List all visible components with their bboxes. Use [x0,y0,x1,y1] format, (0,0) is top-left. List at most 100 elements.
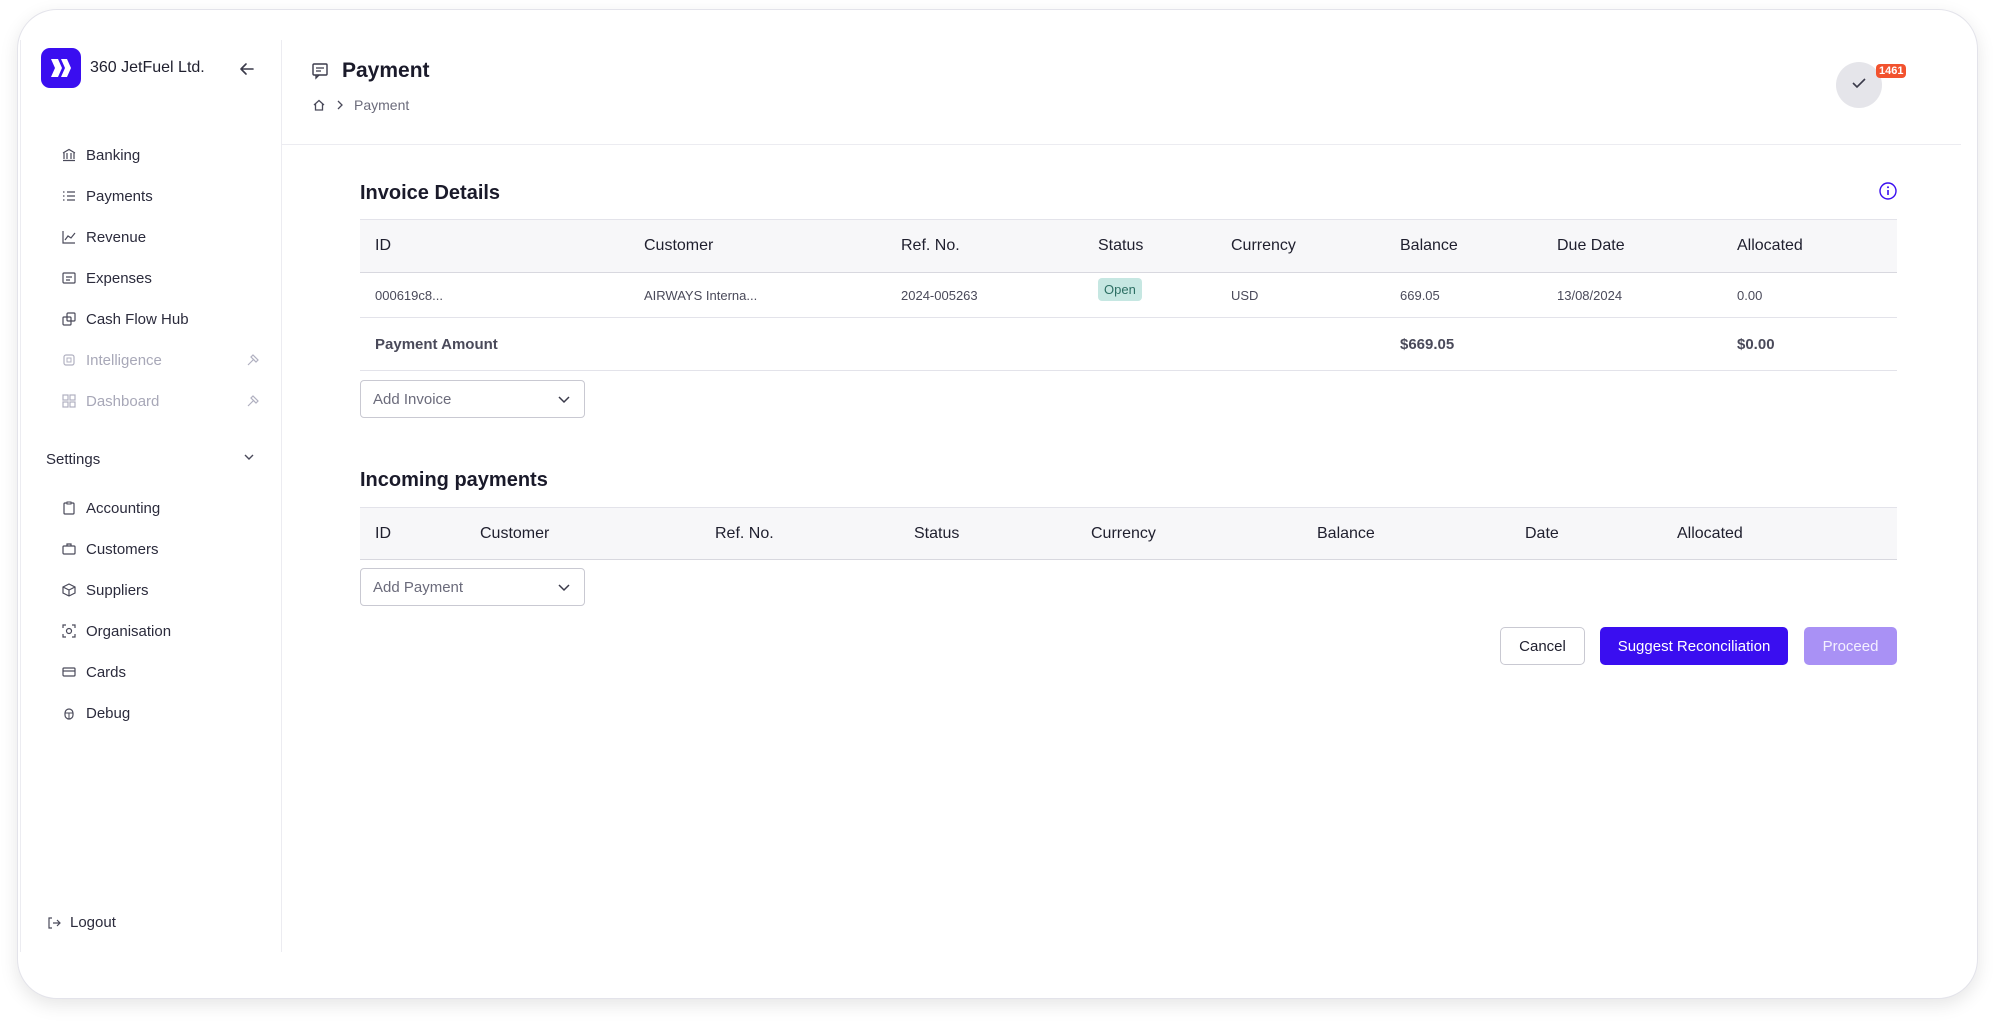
company-name: 360 JetFuel Ltd. [90,59,205,76]
payment-amount-row: Payment Amount $669.05 $0.00 [360,318,1897,371]
receipt-icon [61,270,77,286]
sidebar-item-suppliers[interactable]: Suppliers [61,578,261,602]
payment-amount-label: Payment Amount [375,336,498,353]
breadcrumb-current: Payment [354,97,410,113]
invoice-allocated: 0.00 [1737,288,1763,303]
hammer-icon [245,393,261,409]
sidebar-item-organisation[interactable]: Organisation [61,619,261,643]
suggest-reconciliation-button[interactable]: Suggest Reconciliation [1600,627,1788,665]
brain-icon [61,352,77,368]
table-header: ID Customer Ref. No. Status Currency Bal… [360,507,1897,560]
home-icon[interactable] [312,98,326,112]
chart-line-icon [61,229,77,245]
table-row[interactable]: 000619c8... AIRWAYS Interna... 2024-0052… [360,273,1897,318]
list-icon [61,188,77,204]
sidebar-item-label: Cash Flow Hub [86,310,189,328]
sidebar-item-label: Customers [86,540,159,558]
invoice-details-title: Invoice Details [360,182,501,204]
company-logo-icon [41,48,81,88]
stack-icon [61,311,77,327]
column-header: Customer [480,525,550,542]
message-square-icon [310,61,330,81]
sidebar-item-label: Intelligence [86,351,162,369]
invoice-id: 000619c8... [375,288,443,303]
sidebar-item-label: Suppliers [86,581,149,599]
column-header: Ref. No. [715,525,774,542]
sidebar-item-label: Accounting [86,499,161,517]
sidebar-item-label: Expenses [86,269,152,287]
briefcase-icon [61,541,77,557]
invoice-ref: 2024-005263 [901,288,978,303]
sidebar-item-intelligence[interactable]: Intelligence [61,348,261,372]
column-header: Date [1525,525,1559,542]
chevron-down-icon [242,450,256,468]
invoice-balance: 669.05 [1400,288,1440,303]
sidebar-item-label: Debug [86,704,131,722]
grid-icon [61,393,77,409]
sidebar-item-dashboard[interactable]: Dashboard [61,389,261,413]
logout-button[interactable]: Logout [46,914,116,931]
column-header: Currency [1231,237,1296,254]
column-header: Currency [1091,525,1156,542]
column-header: Customer [644,237,714,254]
sidebar-item-customers[interactable]: Customers [61,537,261,561]
chevron-down-icon [556,579,572,595]
sidebar-item-banking[interactable]: Banking [61,143,261,167]
sidebar-item-label: Banking [86,146,141,164]
status-badge: Open [1098,278,1142,301]
cancel-button[interactable]: Cancel [1500,627,1585,665]
clipboard-icon [61,500,77,516]
check-icon [1849,73,1869,98]
invoice-due-date: 13/08/2024 [1557,288,1623,303]
sidebar-item-label: Cards [86,663,127,681]
column-header: Balance [1317,525,1375,542]
info-icon[interactable] [1878,181,1898,201]
column-header: Ref. No. [901,237,960,254]
invoice-currency: USD [1231,288,1259,303]
column-header: Status [914,525,960,542]
column-header: ID [375,525,391,542]
sidebar-item-label: Revenue [86,228,147,246]
page-title-group: Payment [310,59,430,83]
sidebar-item-expenses[interactable]: Expenses [61,266,261,290]
page-header: Payment Payment 1461 [282,40,1961,145]
logout-label: Logout [70,914,116,931]
sidebar: 360 JetFuel Ltd. Banking Payments Revenu… [20,40,282,952]
column-header: ID [375,237,391,254]
proceed-button[interactable]: Proceed [1804,627,1897,665]
brand[interactable]: 360 JetFuel Ltd. [41,48,205,88]
settings-toggle[interactable]: Settings [46,450,256,468]
sidebar-item-revenue[interactable]: Revenue [61,225,261,249]
column-header: Balance [1400,237,1458,254]
sidebar-item-cards[interactable]: Cards [61,660,261,684]
breadcrumb: Payment [312,97,409,113]
sidebar-item-debug[interactable]: Debug [61,701,261,725]
card-icon [61,664,77,680]
chevron-right-icon [334,99,346,111]
organisation-icon [61,623,77,639]
add-payment-select[interactable]: Add Payment [360,568,585,606]
hammer-icon [245,352,261,368]
chevron-down-icon [556,391,572,407]
column-header: Allocated [1737,237,1803,254]
bank-icon [61,147,77,163]
notification-count-badge: 1461 [1876,64,1907,78]
sidebar-item-label: Dashboard [86,392,160,410]
collapse-sidebar-icon[interactable] [238,60,256,78]
column-header: Allocated [1677,525,1743,542]
sidebar-item-label: Payments [86,187,153,205]
table-header: ID Customer Ref. No. Status Currency Bal… [360,219,1897,273]
logout-icon [46,915,62,931]
column-header: Status [1098,237,1144,254]
add-invoice-select[interactable]: Add Invoice [360,380,585,418]
sidebar-item-accounting[interactable]: Accounting [61,496,261,520]
sidebar-item-payments[interactable]: Payments [61,184,261,208]
add-invoice-placeholder: Add Invoice [373,390,452,408]
sidebar-item-cash-flow-hub[interactable]: Cash Flow Hub [61,307,261,331]
settings-label: Settings [46,450,101,468]
invoice-customer: AIRWAYS Interna... [644,288,758,303]
bug-icon [61,705,77,721]
column-header: Due Date [1557,237,1625,254]
add-payment-placeholder: Add Payment [373,578,464,596]
app-window [17,9,1978,999]
